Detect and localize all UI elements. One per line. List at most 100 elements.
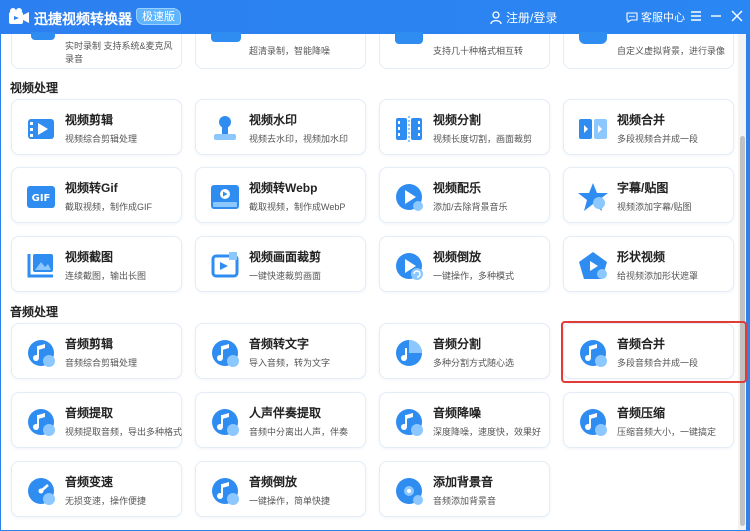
user-icon — [490, 11, 502, 24]
film-play-icon — [28, 119, 54, 139]
card-desc: 视频提取音频，导出多种格式 — [65, 427, 183, 437]
card-desc: 深度降噪，速度快，效果好 — [433, 427, 542, 437]
card-title: 音频降噪 — [433, 406, 482, 420]
audio-text-icon — [212, 340, 239, 367]
video-card[interactable]: 视频分割视频长度切割，画面裁剪 — [379, 99, 550, 155]
card-desc: 添加/去除背景音乐 — [433, 202, 508, 212]
app-window: 迅捷视频转换器 极速版 注册/登录 客服中心 实时录制 支持系统&麦克风 录音 … — [0, 0, 750, 531]
audio-card[interactable]: 音频剪辑 音频综合剪辑处理 — [11, 323, 182, 379]
card-desc: 视频长度切割，画面裁剪 — [433, 134, 533, 144]
customer-service-button[interactable]: 客服中心 — [626, 9, 685, 25]
audio-card[interactable]: 音频合并 多段音频合并成一段 — [563, 323, 734, 379]
login-button[interactable]: 注册/登录 — [490, 9, 557, 26]
card-title: 音频倒放 — [249, 475, 298, 489]
card-title: 音频分割 — [433, 337, 482, 351]
video-card[interactable]: 视频画面裁剪一键快速裁剪画面 — [195, 236, 366, 292]
video-card[interactable]: 视频配乐 添加/去除背景音乐 — [379, 167, 550, 223]
video-card[interactable]: 视频合并 多段视频合并成一段 — [563, 99, 734, 155]
video-card[interactable]: 视频倒放 一键操作，多种模式 — [379, 236, 550, 292]
card-desc: 一键操作，多种模式 — [433, 271, 515, 281]
card-title: 视频转Webp — [249, 181, 318, 195]
video-card[interactable]: 形状视频给视频添加形状遮罩 — [563, 236, 734, 292]
video-card[interactable]: 视频水印视频去水印，视频加水印 — [195, 99, 366, 155]
card-title: 视频分割 — [433, 113, 482, 127]
card-title: 视频截图 — [65, 250, 114, 264]
top-card-desc: 录音 — [65, 54, 84, 64]
speed-icon — [28, 478, 55, 505]
vocal-extract-icon — [212, 409, 239, 436]
top-card-desc: 超清录制，智能降噪 — [249, 46, 331, 56]
card-title: 音频剪辑 — [65, 337, 114, 351]
edition-badge: 极速版 — [136, 8, 181, 25]
card-desc: 导入音频，转为文字 — [249, 358, 331, 368]
audio-card[interactable]: 添加背景音 音频添加背景音 — [379, 461, 550, 517]
close-icon[interactable] — [729, 8, 745, 24]
card-title: 视频水印 — [249, 113, 298, 127]
audio-cut-icon — [28, 340, 55, 367]
audio-card[interactable]: 人声伴奏提取音频中分离出人声，伴奏 — [195, 392, 366, 448]
audio-card[interactable]: 音频分割多种分割方式随心选 — [379, 323, 550, 379]
top-card-1[interactable]: 实时录制 支持系统&麦克风 录音 — [11, 32, 182, 69]
film-split-icon — [396, 116, 422, 142]
section-title-audio: 音频处理 — [10, 305, 59, 319]
card-desc: 音频添加背景音 — [433, 496, 497, 506]
card-desc: 压缩音频大小，一键搞定 — [617, 427, 717, 437]
audio-card[interactable]: 音频降噪深度降噪，速度快，效果好 — [379, 392, 550, 448]
scrollbar-thumb[interactable] — [740, 136, 745, 526]
record-icon — [31, 32, 55, 40]
audio-card[interactable]: 音频转文字导入音频，转为文字 — [195, 323, 366, 379]
audio-card[interactable]: 音频倒放 一键操作，简单快捷 — [195, 461, 366, 517]
video-card[interactable]: 视频转Webp 截取视频，制作成WebP — [195, 167, 366, 223]
video-card[interactable]: 视频截图连续截图，输出长图 — [11, 236, 182, 292]
card-desc: 视频综合剪辑处理 — [65, 134, 138, 144]
top-card-desc: 支持几十种格式相互转 — [433, 46, 524, 56]
top-card-3[interactable]: 支持几十种格式相互转 — [379, 32, 550, 69]
card-title: 视频转Gif — [65, 181, 118, 195]
audio-card[interactable]: 音频压缩压缩音频大小，一键搞定 — [563, 392, 734, 448]
minimize-icon[interactable] — [708, 8, 724, 24]
app-title: 迅捷视频转换器 — [34, 11, 132, 27]
card-desc: 音频中分离出人声，伴奏 — [249, 427, 349, 437]
webp-icon — [211, 185, 239, 209]
svg-text:GIF: GIF — [32, 193, 51, 204]
card-desc: 视频去水印，视频加水印 — [249, 134, 349, 144]
card-desc: 多段视频合并成一段 — [617, 134, 699, 144]
card-title: 人声伴奏提取 — [249, 406, 322, 420]
reverse-play-icon — [396, 253, 423, 280]
star-text-icon — [578, 183, 608, 211]
convert-icon — [395, 32, 423, 44]
card-desc: 多段音频合并成一段 — [617, 358, 699, 368]
top-card-4[interactable]: 自定义虚拟背景，进行录像 — [563, 32, 734, 69]
audio-extract-icon — [28, 409, 55, 436]
card-desc: 连续截图，输出长图 — [65, 271, 147, 281]
audio-card[interactable]: 音频变速 无损变速，操作便捷 — [11, 461, 182, 517]
chat-bubble-icon — [626, 12, 638, 23]
card-desc: 视频添加字幕/贴图 — [617, 202, 692, 212]
pentagon-play-icon — [579, 252, 607, 279]
stamp-icon — [214, 116, 236, 140]
card-desc: 无损变速，操作便捷 — [65, 496, 147, 506]
video-card[interactable]: 视频剪辑视频综合剪辑处理 — [11, 99, 182, 155]
title-bar: 迅捷视频转换器 极速版 注册/登录 客服中心 — [0, 0, 750, 34]
card-desc: 给视频添加形状遮罩 — [617, 271, 699, 281]
card-desc: 截取视频，制作成GIF — [65, 202, 152, 212]
audio-split-icon — [396, 340, 422, 366]
crop-icon — [211, 252, 239, 278]
compress-icon — [580, 409, 607, 436]
card-title: 视频剪辑 — [65, 113, 114, 127]
top-card-2[interactable]: 超清录制，智能降噪 — [195, 32, 366, 69]
login-label: 注册/登录 — [506, 11, 558, 25]
menu-icon[interactable] — [688, 8, 704, 24]
card-desc: 一键快速裁剪画面 — [249, 271, 322, 281]
card-desc: 多种分割方式随心选 — [433, 358, 515, 368]
video-card[interactable]: 字幕/贴图 视频添加字幕/贴图 — [563, 167, 734, 223]
card-title: 音频提取 — [65, 406, 114, 420]
audio-reverse-icon — [212, 478, 239, 505]
card-title: 形状视频 — [617, 250, 666, 264]
service-label: 客服中心 — [641, 12, 685, 24]
card-title: 音频转文字 — [249, 337, 310, 351]
card-title: 视频画面裁剪 — [249, 250, 322, 264]
card-title: 音频压缩 — [617, 406, 666, 420]
audio-card[interactable]: 音频提取视频提取音频，导出多种格式 — [11, 392, 182, 448]
video-card[interactable]: GIF 视频转Gif 截取视频，制作成GIF — [11, 167, 182, 223]
